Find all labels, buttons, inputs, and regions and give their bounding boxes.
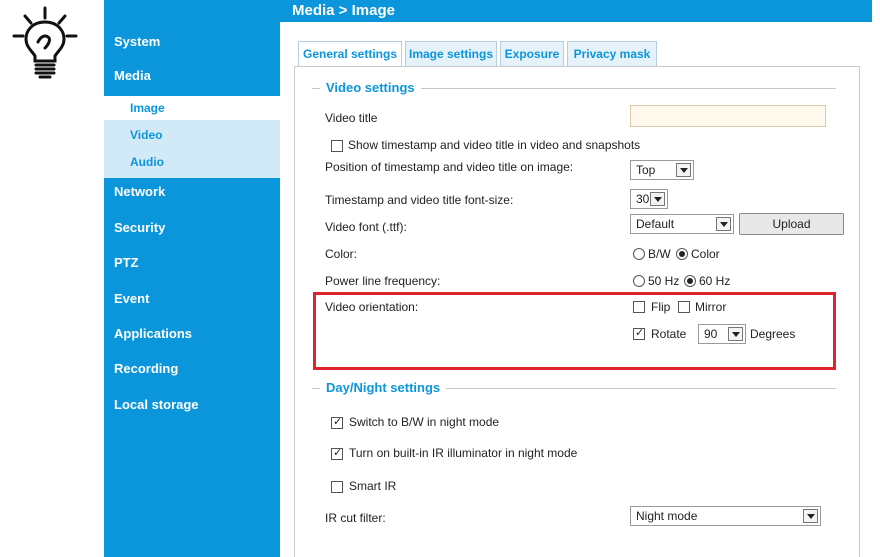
lightbulb-icon xyxy=(12,6,78,79)
font-size-select-value: 30 xyxy=(636,192,650,206)
video-font-select[interactable]: Default xyxy=(630,214,734,234)
sidebar-nav: System Media Image Video Audio Network S… xyxy=(104,0,280,557)
ir-cut-filter-select-value: Night mode xyxy=(636,509,698,523)
video-font-label: Video font (.ttf): xyxy=(325,220,407,234)
sidebar-item-local-storage[interactable]: Local storage xyxy=(114,397,199,412)
power-50hz-radio[interactable] xyxy=(633,275,645,287)
switch-bw-checkbox[interactable] xyxy=(331,415,343,429)
sidebar-submenu-media: Image Video Audio xyxy=(104,96,280,178)
tab-exposure[interactable]: Exposure xyxy=(500,41,564,67)
color-color-label: Color xyxy=(691,247,720,261)
sidebar-item-media[interactable]: Media xyxy=(114,68,151,83)
chevron-down-icon xyxy=(716,217,731,231)
color-label: Color: xyxy=(325,247,358,261)
sidebar-subitem-video[interactable]: Video xyxy=(104,123,280,147)
show-timestamp-checkbox[interactable] xyxy=(331,140,343,152)
smart-ir-label: Smart IR xyxy=(349,479,397,493)
sidebar-item-applications[interactable]: Applications xyxy=(114,326,192,341)
sidebar-item-system[interactable]: System xyxy=(114,34,160,49)
color-color-radio[interactable] xyxy=(676,248,688,260)
power-60hz-radio[interactable] xyxy=(684,275,696,287)
sidebar-item-ptz[interactable]: PTZ xyxy=(114,255,139,270)
ir-illuminator-checkbox[interactable] xyxy=(331,446,343,460)
color-bw-label: B/W xyxy=(648,247,671,261)
sidebar-subitem-image[interactable]: Image xyxy=(104,96,280,120)
power-frequency-label: Power line frequency: xyxy=(325,274,441,288)
sidebar-item-network[interactable]: Network xyxy=(114,184,165,199)
sidebar-item-recording[interactable]: Recording xyxy=(114,361,178,376)
tab-image-settings[interactable]: Image settings xyxy=(405,41,497,67)
chevron-down-icon xyxy=(650,192,665,206)
position-select-value: Top xyxy=(636,163,656,177)
video-font-select-value: Default xyxy=(636,217,675,231)
position-select[interactable]: Top xyxy=(630,160,694,180)
switch-bw-label: Switch to B/W in night mode xyxy=(349,415,500,429)
chevron-down-icon xyxy=(676,163,691,177)
video-title-input[interactable] xyxy=(630,105,826,127)
ir-cut-filter-label: IR cut filter: xyxy=(325,511,386,525)
video-settings-legend: Video settings xyxy=(320,80,421,95)
video-title-label: Video title xyxy=(325,111,378,125)
color-bw-radio[interactable] xyxy=(633,248,645,260)
tab-general-settings[interactable]: General settings xyxy=(298,41,402,68)
ir-illuminator-label: Turn on built-in IR illuminator in night… xyxy=(349,446,578,460)
breadcrumb: Media > Image xyxy=(280,0,872,22)
chevron-down-icon xyxy=(803,509,818,523)
position-label: Position of timestamp and video title on… xyxy=(325,160,574,174)
sidebar-subitem-audio[interactable]: Audio xyxy=(104,150,280,174)
sidebar-item-event[interactable]: Event xyxy=(114,291,149,306)
tab-privacy-mask[interactable]: Privacy mask xyxy=(567,41,657,67)
power-50hz-label: 50 Hz xyxy=(648,274,680,288)
sidebar-item-security[interactable]: Security xyxy=(114,220,165,235)
upload-button[interactable]: Upload xyxy=(739,213,844,235)
day-night-legend: Day/Night settings xyxy=(320,380,447,395)
video-orientation-highlight-box xyxy=(313,292,836,370)
smart-ir-checkbox[interactable] xyxy=(331,481,343,493)
font-size-label: Timestamp and video title font-size: xyxy=(325,193,514,207)
font-size-select[interactable]: 30 xyxy=(630,189,668,209)
power-60hz-label: 60 Hz xyxy=(699,274,731,288)
ir-cut-filter-select[interactable]: Night mode xyxy=(630,506,821,526)
show-timestamp-label: Show timestamp and video title in video … xyxy=(348,138,641,152)
